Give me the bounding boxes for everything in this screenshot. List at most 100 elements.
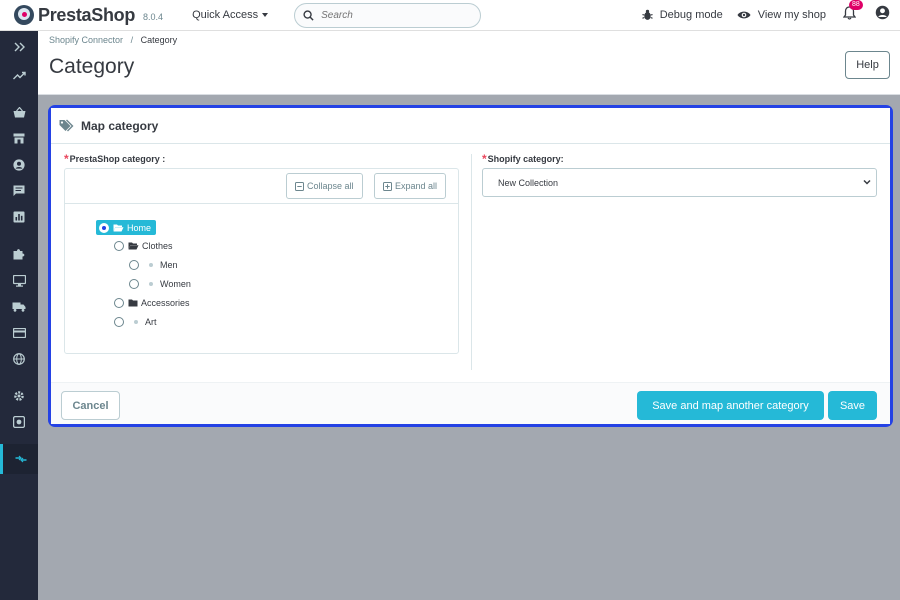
tags-icon: [59, 119, 74, 131]
version-label: 8.0.4: [143, 12, 164, 22]
design-icon: [12, 275, 26, 287]
prestashop-category-label: * PrestaShop category :: [64, 153, 461, 165]
folder-open-icon: [113, 224, 124, 231]
shopify-category-label: * Shopify category:: [482, 153, 877, 165]
modules-icon: [13, 249, 25, 260]
collapse-icon: [14, 42, 25, 52]
leaf-dot-icon: [149, 282, 153, 286]
help-button[interactable]: Help: [845, 51, 890, 79]
search-input[interactable]: [321, 9, 462, 21]
save-and-map-another-button[interactable]: Save and map another category: [637, 391, 824, 420]
expand-all-label: Expand all: [395, 181, 438, 191]
tree-node-label: Clothes: [142, 241, 173, 251]
sidebar-item-dashboard[interactable]: [0, 65, 38, 85]
card-title: Map category: [81, 118, 159, 133]
sidebar-item-advanced[interactable]: [0, 412, 38, 432]
page-header: Shopify Connector / Category Category He…: [38, 31, 900, 95]
prestashop-category-label-text: PrestaShop category :: [69, 154, 166, 164]
orders-icon: [13, 106, 25, 117]
tree-radio-clothes[interactable]: [114, 241, 124, 251]
employee-avatar[interactable]: [875, 5, 890, 25]
quick-access-label: Quick Access: [192, 9, 259, 21]
card-header: Map category: [51, 108, 890, 144]
shopify-category-selected-value: New Collection: [498, 177, 559, 188]
debug-mode-link[interactable]: Debug mode: [641, 9, 723, 21]
catalog-icon: [13, 133, 25, 143]
notifications-button[interactable]: 88: [842, 0, 863, 25]
page-title: Category: [49, 55, 135, 78]
tree-node-label: Home: [127, 222, 152, 233]
sidebar-item-payment[interactable]: [0, 323, 38, 343]
tree-radio-men[interactable]: [129, 260, 139, 270]
brand-name: PrestaShop: [38, 4, 136, 25]
card-body: * PrestaShop category : Collapse all Exp…: [51, 144, 890, 380]
search-box[interactable]: [294, 2, 482, 28]
payment-icon: [12, 328, 26, 338]
leaf-dot-icon: [149, 263, 153, 267]
sidebar-item-customers[interactable]: [0, 155, 38, 175]
tree-radio-women[interactable]: [129, 279, 139, 289]
sidebar-collapse-toggle[interactable]: [0, 37, 38, 57]
sidebar-item-orders[interactable]: [0, 102, 38, 122]
tree-node-women[interactable]: Women: [129, 276, 191, 292]
advanced-icon: [13, 416, 25, 428]
connector-icon: [15, 455, 26, 463]
tree-toolbar: Collapse all Expand all: [65, 169, 458, 204]
sidebar-item-shopify-connector[interactable]: [0, 444, 38, 474]
international-icon: [13, 353, 25, 365]
shopify-category-select[interactable]: New Collection: [482, 168, 877, 197]
tree-node-accessories[interactable]: Accessories: [114, 295, 190, 311]
customers-icon: [13, 159, 25, 171]
collapse-all-button[interactable]: Collapse all: [286, 173, 363, 199]
leaf-dot-icon: [134, 320, 138, 324]
breadcrumb-item-shopify-connector[interactable]: Shopify Connector: [49, 35, 123, 45]
tree-node-label: Art: [145, 317, 157, 327]
quick-access-dropdown[interactable]: Quick Access: [192, 9, 269, 21]
cancel-button[interactable]: Cancel: [61, 391, 120, 420]
sidebar-item-reports[interactable]: [0, 207, 38, 227]
view-shop-link[interactable]: View my shop: [737, 9, 826, 21]
sidebar-item-messages[interactable]: [0, 181, 38, 201]
sidebar-item-settings[interactable]: [0, 386, 38, 406]
plus-square-icon: [383, 181, 392, 191]
save-button[interactable]: Save: [828, 391, 877, 420]
reports-icon: [13, 211, 25, 223]
expand-all-button[interactable]: Expand all: [374, 173, 447, 199]
sidebar-item-modules[interactable]: [0, 244, 38, 264]
notification-count-badge: 88: [849, 0, 863, 10]
tree-node-label: Women: [160, 279, 191, 289]
breadcrumb-separator: /: [130, 35, 134, 45]
breadcrumb: Shopify Connector / Category: [49, 35, 177, 45]
tree-radio-home[interactable]: [99, 222, 109, 233]
prestashop-category-column: * PrestaShop category : Collapse all Exp…: [64, 153, 461, 354]
tree-radio-accessories[interactable]: [114, 298, 124, 308]
stats-icon: [12, 71, 26, 79]
sidebar-item-international[interactable]: [0, 349, 38, 369]
tree-node-label: Accessories: [141, 298, 190, 308]
bug-icon: [641, 9, 653, 20]
tree-radio-art[interactable]: [114, 317, 124, 327]
tree-node-home[interactable]: Home: [96, 220, 157, 235]
tree-node-clothes[interactable]: Clothes: [114, 238, 173, 254]
sidebar-item-design[interactable]: [0, 271, 38, 291]
user-circle-icon: [875, 5, 890, 20]
shipping-icon: [12, 302, 26, 312]
tree-node-label: Men: [160, 260, 178, 270]
sidebar-item-shipping[interactable]: [0, 297, 38, 317]
sidebar-item-catalog[interactable]: [0, 128, 38, 148]
search-icon: [303, 9, 314, 21]
minus-square-icon: [295, 181, 304, 191]
card-footer: Cancel Save and map another category Sav…: [51, 382, 890, 424]
messages-icon: [13, 185, 25, 196]
map-category-card: Map category * PrestaShop category : Col…: [48, 105, 893, 427]
collapse-all-label: Collapse all: [307, 181, 354, 191]
tree-node-men[interactable]: Men: [129, 257, 178, 273]
settings-icon: [14, 391, 24, 401]
category-tree-panel: Collapse all Expand all Home Clothes Men…: [64, 168, 459, 354]
sidebar-nav: [0, 31, 38, 600]
tree-node-art[interactable]: Art: [114, 314, 157, 330]
top-bar: PrestaShop 8.0.4 Quick Access Debug mode: [0, 0, 900, 31]
shopify-category-label-text: Shopify category:: [487, 154, 564, 164]
brand-logo[interactable]: PrestaShop 8.0.4: [14, 5, 163, 26]
column-divider: [471, 154, 472, 370]
